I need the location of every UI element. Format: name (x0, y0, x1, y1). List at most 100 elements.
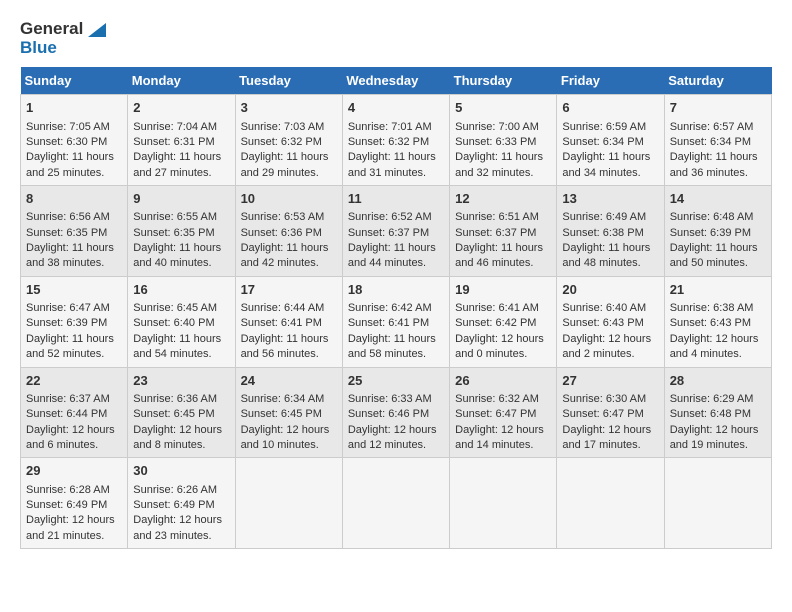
sunset: Sunset: 6:41 PM (348, 317, 429, 329)
day-number: 10 (241, 190, 337, 208)
daylight: Daylight: 12 hours and 8 minutes. (133, 424, 222, 451)
calendar-cell: 15Sunrise: 6:47 AMSunset: 6:39 PMDayligh… (21, 276, 128, 367)
sunrise: Sunrise: 6:41 AM (455, 302, 539, 314)
sunrise: Sunrise: 6:33 AM (348, 393, 432, 405)
sunset: Sunset: 6:43 PM (670, 317, 751, 329)
day-number: 29 (26, 462, 122, 480)
sunset: Sunset: 6:39 PM (26, 317, 107, 329)
daylight: Daylight: 11 hours and 42 minutes. (241, 242, 329, 269)
sunset: Sunset: 6:40 PM (133, 317, 214, 329)
daylight: Daylight: 12 hours and 10 minutes. (241, 424, 330, 451)
week-row-1: 1Sunrise: 7:05 AMSunset: 6:30 PMDaylight… (21, 95, 772, 186)
day-number: 30 (133, 462, 229, 480)
header-row: SundayMondayTuesdayWednesdayThursdayFrid… (21, 67, 772, 95)
week-row-3: 15Sunrise: 6:47 AMSunset: 6:39 PMDayligh… (21, 276, 772, 367)
calendar-cell: 6Sunrise: 6:59 AMSunset: 6:34 PMDaylight… (557, 95, 664, 186)
daylight: Daylight: 12 hours and 21 minutes. (26, 514, 115, 541)
column-header-thursday: Thursday (450, 67, 557, 95)
day-number: 20 (562, 281, 658, 299)
daylight: Daylight: 11 hours and 29 minutes. (241, 151, 329, 178)
sunrise: Sunrise: 6:26 AM (133, 484, 217, 496)
daylight: Daylight: 12 hours and 6 minutes. (26, 424, 115, 451)
sunrise: Sunrise: 6:36 AM (133, 393, 217, 405)
daylight: Daylight: 11 hours and 27 minutes. (133, 151, 221, 178)
daylight: Daylight: 12 hours and 4 minutes. (670, 333, 759, 360)
calendar-cell: 18Sunrise: 6:42 AMSunset: 6:41 PMDayligh… (342, 276, 449, 367)
calendar-cell: 30Sunrise: 6:26 AMSunset: 6:49 PMDayligh… (128, 458, 235, 549)
calendar-cell: 19Sunrise: 6:41 AMSunset: 6:42 PMDayligh… (450, 276, 557, 367)
day-number: 15 (26, 281, 122, 299)
calendar-cell (557, 458, 664, 549)
daylight: Daylight: 11 hours and 56 minutes. (241, 333, 329, 360)
logo: General Blue (20, 20, 106, 57)
calendar-cell: 10Sunrise: 6:53 AMSunset: 6:36 PMDayligh… (235, 186, 342, 277)
sunset: Sunset: 6:47 PM (562, 408, 643, 420)
sunrise: Sunrise: 6:29 AM (670, 393, 754, 405)
daylight: Daylight: 11 hours and 50 minutes. (670, 242, 758, 269)
column-header-sunday: Sunday (21, 67, 128, 95)
sunset: Sunset: 6:34 PM (562, 136, 643, 148)
day-number: 8 (26, 190, 122, 208)
daylight: Daylight: 12 hours and 12 minutes. (348, 424, 437, 451)
week-row-4: 22Sunrise: 6:37 AMSunset: 6:44 PMDayligh… (21, 367, 772, 458)
day-number: 3 (241, 99, 337, 117)
daylight: Daylight: 11 hours and 58 minutes. (348, 333, 436, 360)
logo-text-general: General (20, 20, 106, 39)
sunset: Sunset: 6:35 PM (133, 227, 214, 239)
sunrise: Sunrise: 6:40 AM (562, 302, 646, 314)
sunset: Sunset: 6:41 PM (241, 317, 322, 329)
daylight: Daylight: 11 hours and 54 minutes. (133, 333, 221, 360)
day-number: 26 (455, 372, 551, 390)
daylight: Daylight: 12 hours and 2 minutes. (562, 333, 651, 360)
header: General Blue (20, 20, 772, 57)
daylight: Daylight: 11 hours and 25 minutes. (26, 151, 114, 178)
sunset: Sunset: 6:39 PM (670, 227, 751, 239)
sunrise: Sunrise: 6:34 AM (241, 393, 325, 405)
daylight: Daylight: 12 hours and 17 minutes. (562, 424, 651, 451)
daylight: Daylight: 11 hours and 52 minutes. (26, 333, 114, 360)
day-number: 22 (26, 372, 122, 390)
week-row-2: 8Sunrise: 6:56 AMSunset: 6:35 PMDaylight… (21, 186, 772, 277)
sunset: Sunset: 6:30 PM (26, 136, 107, 148)
column-header-wednesday: Wednesday (342, 67, 449, 95)
daylight: Daylight: 11 hours and 48 minutes. (562, 242, 650, 269)
sunrise: Sunrise: 6:48 AM (670, 211, 754, 223)
sunset: Sunset: 6:42 PM (455, 317, 536, 329)
week-row-5: 29Sunrise: 6:28 AMSunset: 6:49 PMDayligh… (21, 458, 772, 549)
sunset: Sunset: 6:46 PM (348, 408, 429, 420)
day-number: 18 (348, 281, 444, 299)
sunrise: Sunrise: 7:01 AM (348, 121, 432, 133)
calendar-cell: 17Sunrise: 6:44 AMSunset: 6:41 PMDayligh… (235, 276, 342, 367)
sunrise: Sunrise: 7:00 AM (455, 121, 539, 133)
sunset: Sunset: 6:33 PM (455, 136, 536, 148)
daylight: Daylight: 11 hours and 38 minutes. (26, 242, 114, 269)
calendar-cell (342, 458, 449, 549)
day-number: 17 (241, 281, 337, 299)
day-number: 4 (348, 99, 444, 117)
calendar-cell (235, 458, 342, 549)
column-header-saturday: Saturday (664, 67, 771, 95)
daylight: Daylight: 12 hours and 0 minutes. (455, 333, 544, 360)
day-number: 23 (133, 372, 229, 390)
sunset: Sunset: 6:31 PM (133, 136, 214, 148)
day-number: 16 (133, 281, 229, 299)
daylight: Daylight: 12 hours and 23 minutes. (133, 514, 222, 541)
day-number: 24 (241, 372, 337, 390)
sunset: Sunset: 6:32 PM (241, 136, 322, 148)
calendar-cell: 20Sunrise: 6:40 AMSunset: 6:43 PMDayligh… (557, 276, 664, 367)
day-number: 11 (348, 190, 444, 208)
sunrise: Sunrise: 6:57 AM (670, 121, 754, 133)
sunset: Sunset: 6:34 PM (670, 136, 751, 148)
calendar-cell: 1Sunrise: 7:05 AMSunset: 6:30 PMDaylight… (21, 95, 128, 186)
sunrise: Sunrise: 7:05 AM (26, 121, 110, 133)
sunset: Sunset: 6:45 PM (241, 408, 322, 420)
daylight: Daylight: 12 hours and 14 minutes. (455, 424, 544, 451)
day-number: 12 (455, 190, 551, 208)
day-number: 6 (562, 99, 658, 117)
daylight: Daylight: 11 hours and 40 minutes. (133, 242, 221, 269)
calendar-cell: 7Sunrise: 6:57 AMSunset: 6:34 PMDaylight… (664, 95, 771, 186)
calendar-cell: 21Sunrise: 6:38 AMSunset: 6:43 PMDayligh… (664, 276, 771, 367)
column-header-monday: Monday (128, 67, 235, 95)
daylight: Daylight: 11 hours and 32 minutes. (455, 151, 543, 178)
calendar-cell: 27Sunrise: 6:30 AMSunset: 6:47 PMDayligh… (557, 367, 664, 458)
